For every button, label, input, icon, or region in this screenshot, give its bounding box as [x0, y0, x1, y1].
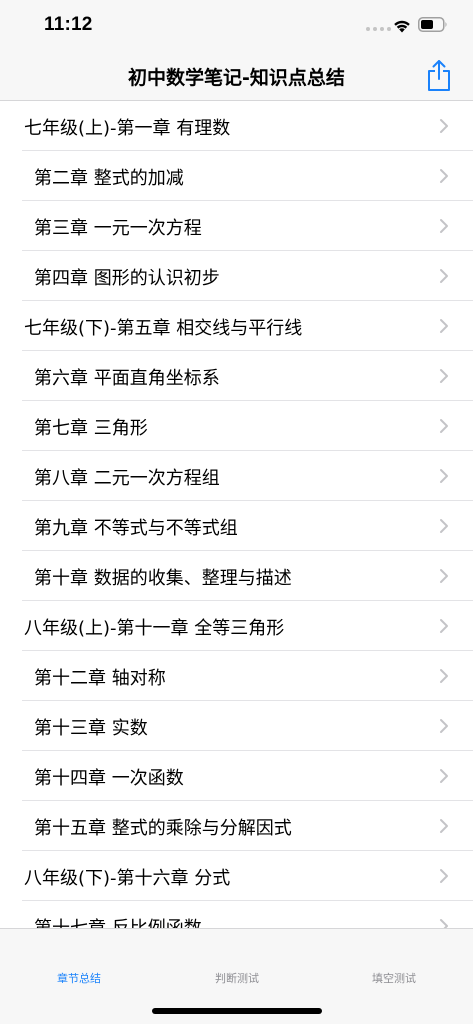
list-item-label: 第十四章 一次函数 [34, 768, 184, 789]
tab-true-false-test[interactable]: 判断测试 [158, 970, 316, 986]
list-item[interactable]: 第七章 三角形 [0, 401, 473, 451]
list-item[interactable]: 第十四章 一次函数 [0, 751, 473, 801]
home-indicator[interactable] [152, 1008, 322, 1014]
list-item-label: 第八章 二元一次方程组 [34, 468, 220, 489]
chapter-list[interactable]: 七年级(上)-第一章 有理数第二章 整式的加减 第三章 一元一次方程 第四章 图形的… [0, 101, 473, 928]
status-time: 11:12 [44, 14, 93, 35]
list-item-label: 第九章 不等式与不等式组 [34, 518, 238, 539]
list-item[interactable]: 八年级(上)-第十一章 全等三角形 [0, 601, 473, 651]
chevron-right-icon [440, 719, 448, 733]
chevron-right-icon [440, 169, 448, 183]
tab-fill-blank-test[interactable]: 填空测试 [315, 970, 473, 986]
list-item-label: 第七章 三角形 [34, 418, 148, 439]
navigation-bar: 初中数学笔记-知识点总结 [0, 50, 473, 101]
list-item[interactable]: 第九章 不等式与不等式组 [0, 501, 473, 551]
chevron-right-icon [440, 619, 448, 633]
share-icon[interactable] [425, 58, 453, 92]
list-item[interactable]: 第十五章 整式的乘除与分解因式 [0, 801, 473, 851]
list-item[interactable]: 七年级(上)-第一章 有理数 [0, 101, 473, 151]
chevron-right-icon [440, 219, 448, 233]
list-item[interactable]: 第十三章 实数 [0, 701, 473, 751]
app-screen: 11:12 初中数学笔记-知识点总结 七年级(上)-第一章 有理数第二章 整式的… [0, 0, 473, 1024]
list-item-label: 第三章 一元一次方程 [34, 218, 202, 239]
chevron-right-icon [440, 769, 448, 783]
list-item[interactable]: 第六章 平面直角坐标系 [0, 351, 473, 401]
page-title: 初中数学笔记-知识点总结 [128, 67, 345, 89]
list-item[interactable]: 第四章 图形的认识初步 [0, 251, 473, 301]
chevron-right-icon [440, 819, 448, 833]
chevron-right-icon [440, 519, 448, 533]
list-item-label: 第十章 数据的收集、整理与描述 [34, 568, 292, 589]
list-item-label: 第十五章 整式的乘除与分解因式 [34, 818, 292, 839]
chevron-right-icon [440, 119, 448, 133]
wifi-icon [394, 20, 410, 33]
chevron-right-icon [440, 569, 448, 583]
status-bar: 11:12 [0, 0, 473, 50]
list-item-label: 第十二章 轴对称 [34, 668, 166, 689]
chevron-right-icon [440, 319, 448, 333]
list-item-label: 第二章 整式的加减 [34, 168, 184, 189]
list-item-label: 第十七章 反比例函数 [34, 914, 202, 928]
chevron-right-icon [440, 419, 448, 433]
list-item-label: 七年级(下)-第五章 相交线与平行线 [24, 318, 303, 339]
list-item-label: 第十三章 实数 [34, 718, 148, 739]
chevron-right-icon [440, 369, 448, 383]
list-item[interactable]: 第十章 数据的收集、整理与描述 [0, 551, 473, 601]
chevron-right-icon [440, 269, 448, 283]
tab-chapter-summary[interactable]: 章节总结 [0, 970, 158, 986]
chevron-right-icon [440, 669, 448, 683]
list-item[interactable]: 第十二章 轴对称 [0, 651, 473, 701]
list-item-label: 八年级(上)-第十一章 全等三角形 [24, 618, 285, 639]
list-item[interactable]: 七年级(下)-第五章 相交线与平行线 [0, 301, 473, 351]
chevron-right-icon [440, 919, 448, 928]
list-item-label: 七年级(上)-第一章 有理数 [24, 118, 231, 139]
list-item[interactable]: 第二章 整式的加减 [0, 151, 473, 201]
list-item-label: 第四章 图形的认识初步 [34, 268, 220, 289]
list-item[interactable]: 第十七章 反比例函数 [0, 901, 473, 928]
list-item-label: 八年级(下)-第十六章 分式 [24, 868, 231, 889]
list-item[interactable]: 第八章 二元一次方程组 [0, 451, 473, 501]
list-item[interactable]: 八年级(下)-第十六章 分式 [0, 851, 473, 901]
chevron-right-icon [440, 469, 448, 483]
list-item[interactable]: 第三章 一元一次方程 [0, 201, 473, 251]
battery-icon [418, 17, 447, 32]
list-item-label: 第六章 平面直角坐标系 [34, 368, 220, 389]
chevron-right-icon [440, 869, 448, 883]
cellular-signal-icon [366, 27, 391, 31]
